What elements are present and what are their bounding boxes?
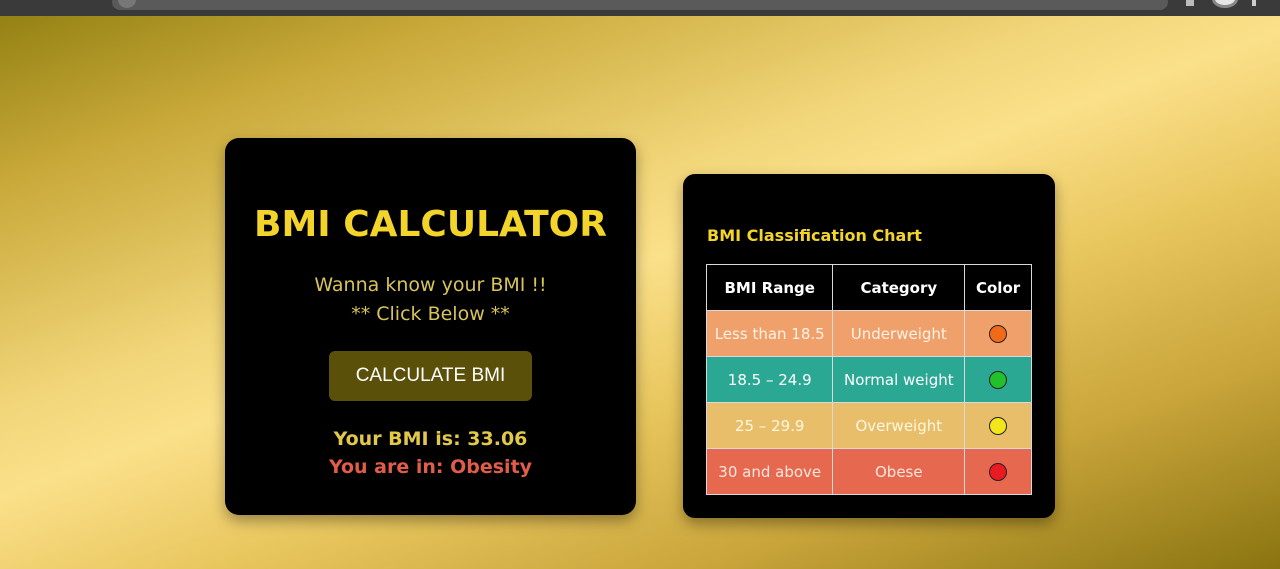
category-cell: Underweight [832,310,966,357]
orange-circle-icon [989,324,1008,343]
range-cell: 18.5 – 24.9 [705,356,834,403]
yellow-circle-icon [989,416,1008,435]
address-bar[interactable] [112,0,1168,10]
chart-title: BMI Classification Chart [707,226,922,245]
table-header-row: BMI Range Category Color [705,264,1032,311]
classification-chart-card: BMI Classification Chart BMI Range Categ… [683,174,1055,518]
calculate-bmi-button[interactable]: CALCULATE BMI [329,351,532,401]
calculator-subtitle-line2: ** Click Below ** [351,303,510,325]
calculator-title: BMI CALCULATOR [254,204,607,245]
table-row: 18.5 – 24.9 Normal weight [705,356,1032,403]
browser-toolbar [0,0,1280,16]
red-circle-icon [989,462,1008,481]
color-cell [964,310,1032,357]
bmi-result-value: Your BMI is: 33.06 [333,428,528,450]
range-cell: Less than 18.5 [705,310,834,357]
calculator-subtitle-line1: Wanna know your BMI !! [314,274,547,296]
table-row: 30 and above Obese [705,448,1032,495]
header-category: Category [832,264,966,311]
category-cell: Overweight [832,402,966,449]
menu-icon[interactable] [1252,0,1256,6]
profile-icon[interactable] [1212,0,1238,8]
color-cell [964,356,1032,403]
bmi-result-category: You are in: Obesity [328,456,533,478]
color-cell [964,448,1032,495]
range-cell: 30 and above [705,448,834,495]
table-row: 25 – 29.9 Overweight [705,402,1032,449]
classification-table: BMI Range Category Color Less than 18.5 … [705,264,1032,495]
range-cell: 25 – 29.9 [705,402,834,449]
header-bmi-range: BMI Range [705,264,834,311]
green-circle-icon [989,370,1008,389]
color-cell [964,402,1032,449]
category-cell: Obese [832,448,966,495]
category-cell: Normal weight [832,356,966,403]
table-row: Less than 18.5 Underweight [705,310,1032,357]
calculator-card: BMI CALCULATOR Wanna know your BMI !! **… [225,138,636,515]
header-color: Color [964,264,1032,311]
sidebar-icon[interactable] [1186,0,1194,6]
